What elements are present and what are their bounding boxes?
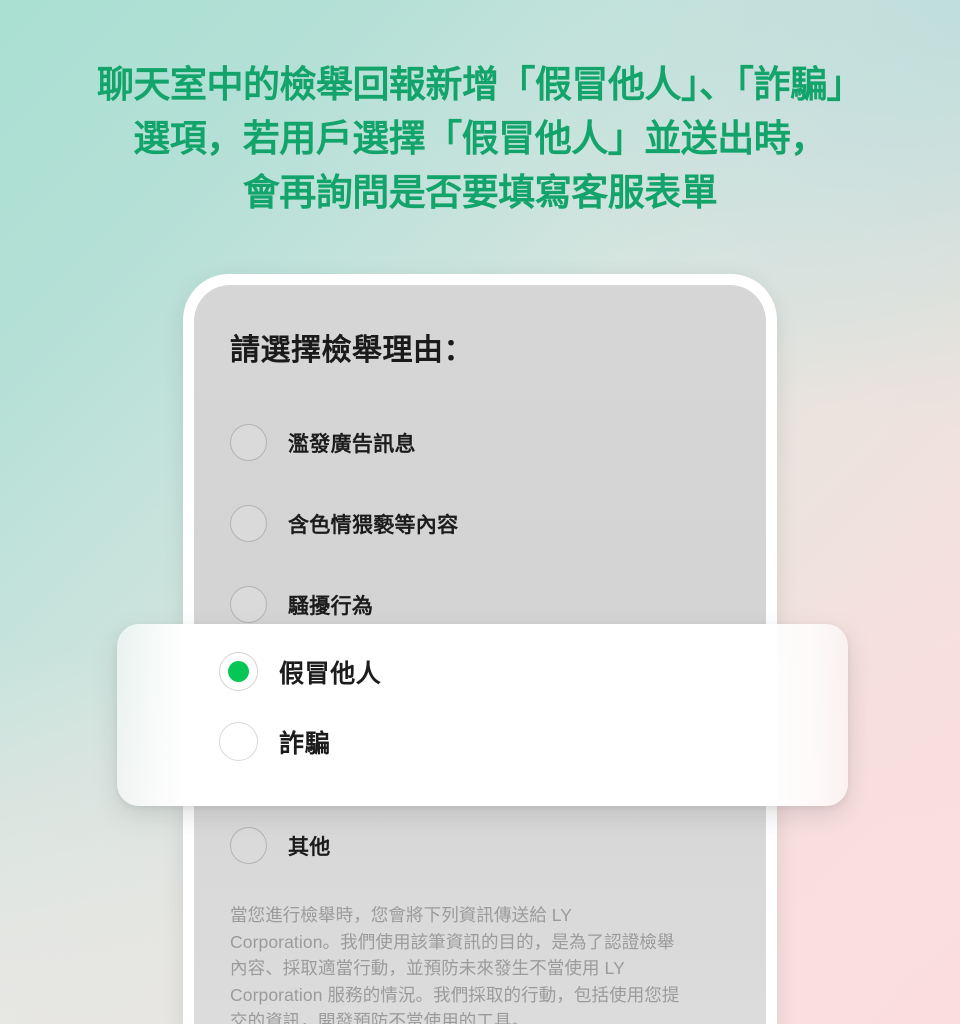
radio-option-label: 詐騙	[279, 729, 331, 758]
radio-icon-unselected[interactable]	[230, 586, 267, 623]
radio-option-spam[interactable]: 濫發廣告訊息	[230, 424, 416, 461]
radio-icon-selected[interactable]	[219, 652, 258, 691]
radio-option-label: 含色情猥褻等內容	[288, 513, 459, 537]
radio-option-other[interactable]: 其他	[230, 827, 331, 864]
radio-icon-unselected[interactable]	[230, 505, 267, 542]
radio-dot-icon	[228, 661, 249, 682]
radio-option-label: 其他	[288, 835, 331, 859]
radio-icon-unselected[interactable]	[219, 722, 258, 761]
highlighted-options-card: 假冒他人 詐騙	[117, 624, 848, 806]
radio-icon-unselected[interactable]	[230, 424, 267, 461]
radio-icon-unselected[interactable]	[230, 827, 267, 864]
page-title: 聊天室中的檢舉回報新增「假冒他人」、「詐騙」 選項，若用戶選擇「假冒他人」並送出…	[97, 64, 864, 213]
privacy-notice-text: 當您進行檢舉時，您會將下列資訊傳送給 LY Corporation。我們使用該筆…	[230, 905, 680, 1024]
radio-option-label: 騷擾行為	[288, 594, 374, 618]
radio-option-label: 濫發廣告訊息	[288, 432, 416, 456]
radio-option-label: 假冒他人	[279, 659, 382, 688]
radio-option-sexual-content[interactable]: 含色情猥褻等內容	[230, 505, 458, 542]
highlight-radio-option-fraud[interactable]: 詐騙	[219, 722, 330, 761]
radio-option-harassment[interactable]: 騷擾行為	[230, 586, 373, 623]
report-reason-heading: 請選擇檢舉理由：	[230, 334, 474, 367]
highlight-radio-option-impersonation[interactable]: 假冒他人	[219, 652, 381, 691]
poster-canvas: 聊天室中的檢舉回報新增「假冒他人」、「詐騙」 選項，若用戶選擇「假冒他人」並送出…	[0, 0, 960, 1024]
